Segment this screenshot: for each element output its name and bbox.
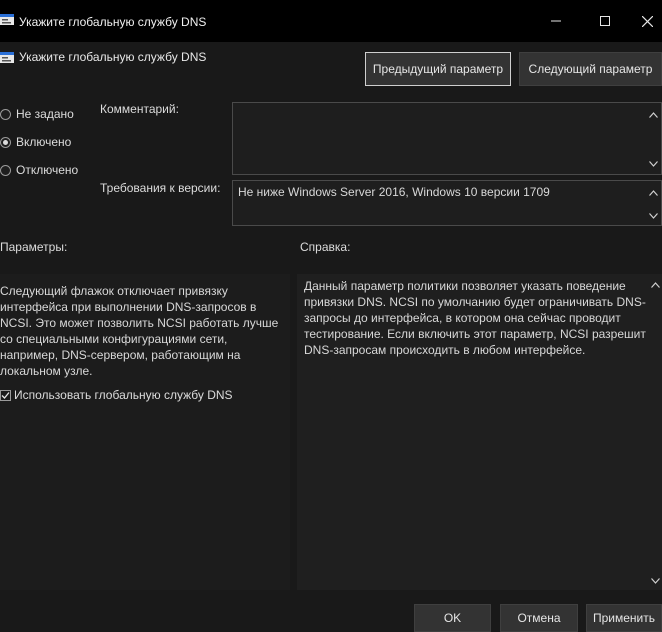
- help-text-line: тестирование. Если включить этот парамет…: [304, 327, 646, 341]
- ok-button[interactable]: OK: [414, 604, 491, 632]
- options-text-line: NCSI. Это может позволить NCSI работать …: [0, 316, 279, 330]
- scroll-up-icon[interactable]: [648, 110, 658, 120]
- options-text-line: локальном узле.: [0, 364, 93, 378]
- options-text-line: Следующий флажок отключает привязку: [0, 284, 228, 298]
- scroll-down-icon[interactable]: [648, 159, 658, 169]
- help-text: Данный параметр политики позволяет указа…: [304, 278, 649, 358]
- help-text-line: Данный параметр политики позволяет указа…: [304, 279, 626, 293]
- use-global-dns-checkbox[interactable]: [0, 389, 11, 401]
- help-label: Справка:: [300, 240, 351, 254]
- supported-on-label: Требования к версии:: [100, 181, 221, 195]
- radio-circle[interactable]: [0, 164, 11, 176]
- radio-label: Не задано: [16, 107, 74, 121]
- scroll-up-icon[interactable]: [650, 280, 660, 290]
- radio-label: Отключено: [16, 163, 79, 177]
- minimize-icon: [551, 20, 561, 22]
- scroll-up-icon[interactable]: [648, 188, 658, 198]
- policy-icon: [0, 52, 15, 69]
- use-global-dns-checkbox-row[interactable]: Использовать глобальную службу DNS: [0, 388, 233, 402]
- minimize-button[interactable]: [541, 9, 571, 33]
- window-title: Укажите глобальную службу DNS: [19, 15, 207, 29]
- supported-on-value: Не ниже Windows Server 2016, Windows 10 …: [238, 185, 550, 199]
- options-panel: Следующий флажок отключает привязку инте…: [0, 274, 290, 590]
- help-text-line: DNS-запросам происходить в любом интерфе…: [304, 343, 586, 357]
- apply-button[interactable]: Применить: [586, 604, 662, 632]
- app-icon: [0, 14, 15, 31]
- options-text-line: интерфейса при выполнении DNS-запросов в: [0, 300, 257, 314]
- maximize-icon: [600, 16, 610, 26]
- close-button[interactable]: [632, 9, 662, 33]
- previous-setting-button[interactable]: Предыдущий параметр: [365, 52, 511, 86]
- checkbox-label: Использовать глобальную службу DNS: [14, 388, 233, 402]
- help-text-line: запросы до интерфейса, в котором она сей…: [304, 311, 621, 325]
- close-icon: [641, 15, 653, 27]
- comment-label: Комментарий:: [100, 102, 179, 116]
- options-text-line: со специальными конфигурациями сети,: [0, 332, 228, 346]
- scroll-down-icon[interactable]: [650, 576, 660, 586]
- radio-circle[interactable]: [0, 108, 11, 120]
- scroll-down-icon[interactable]: [648, 211, 658, 221]
- help-text-line: привязки DNS. NCSI по умолчанию будет ог…: [304, 295, 646, 309]
- radio-not-configured[interactable]: Не задано: [0, 105, 74, 123]
- supported-on-field: Не ниже Windows Server 2016, Windows 10 …: [232, 180, 662, 226]
- comment-field[interactable]: [232, 102, 662, 175]
- options-text-line: например, DNS-сервером, работающим на: [0, 348, 241, 362]
- checkmark-icon: [1, 391, 10, 399]
- radio-circle[interactable]: [0, 136, 11, 148]
- maximize-button[interactable]: [590, 9, 620, 33]
- next-setting-button[interactable]: Следующий параметр: [519, 52, 662, 86]
- policy-name: Укажите глобальную службу DNS: [19, 50, 207, 64]
- radio-disabled[interactable]: Отключено: [0, 161, 78, 179]
- radio-enabled[interactable]: Включено: [0, 133, 71, 151]
- cancel-button[interactable]: Отмена: [500, 604, 578, 632]
- options-label: Параметры:: [0, 240, 68, 254]
- options-description: Следующий флажок отключает привязку инте…: [0, 283, 290, 379]
- help-panel: Данный параметр политики позволяет указа…: [297, 274, 662, 590]
- radio-label: Включено: [16, 135, 72, 149]
